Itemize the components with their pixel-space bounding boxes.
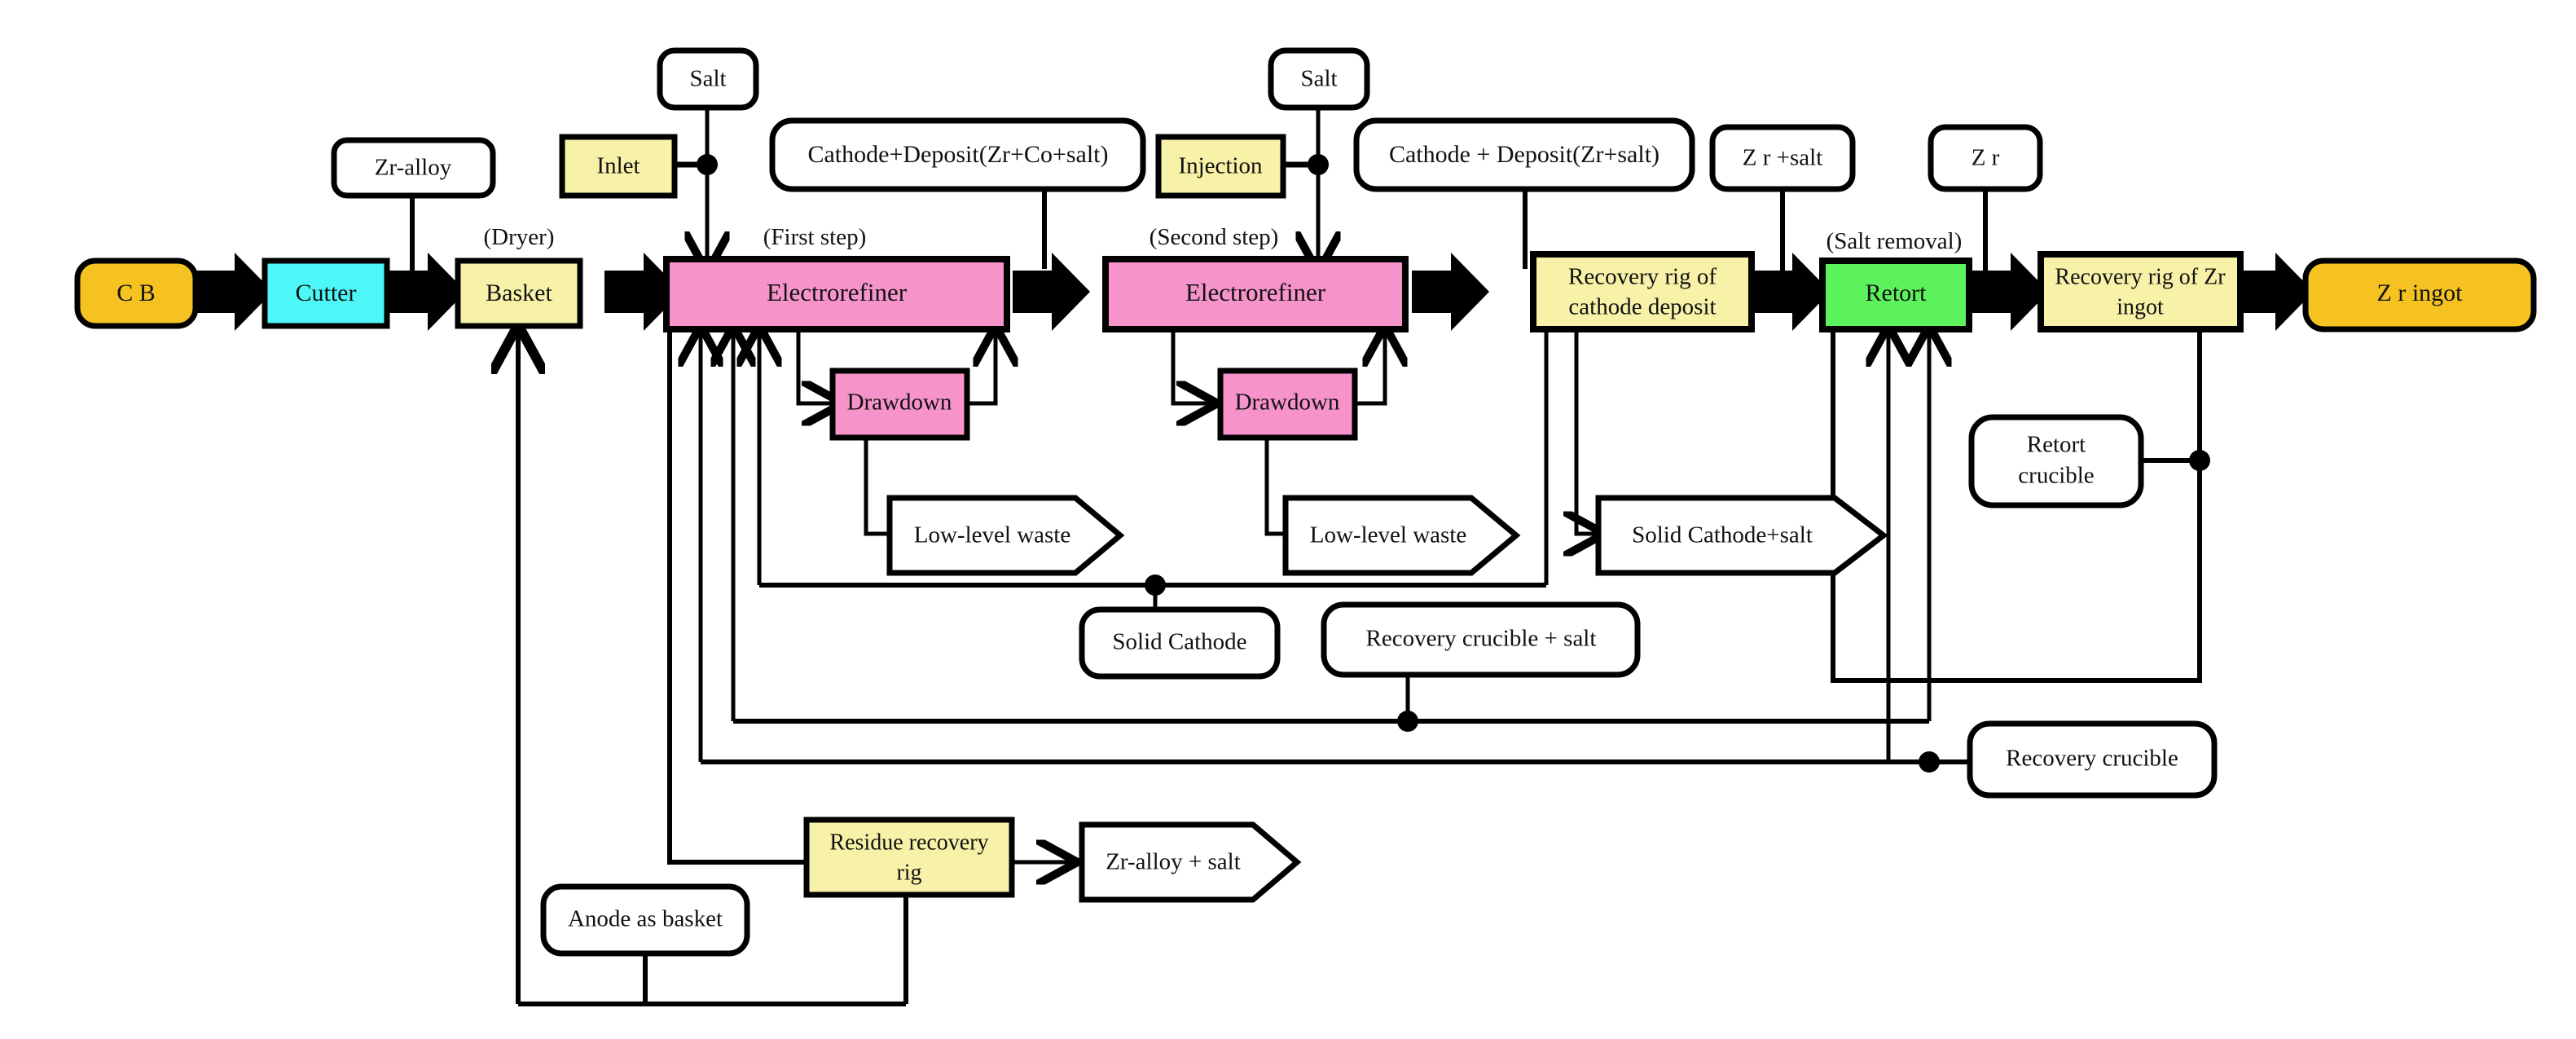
node-recovery-crucible-label: Recovery crucible: [2006, 746, 2178, 772]
node-cathode-deposit-1-label: Cathode+Deposit(Zr+Co+salt): [807, 141, 1108, 168]
node-residue-recovery-rig[interactable]: Residue recovery rig: [803, 817, 1015, 898]
node-salt-2[interactable]: Salt: [1268, 47, 1370, 111]
line-er2-to-drawdown2: [1171, 329, 1214, 403]
node-cutter-label: Cutter: [296, 280, 357, 306]
node-retort-crucible-line2: crucible: [2018, 463, 2094, 489]
node-zr-alloy[interactable]: Zr-alloy: [331, 137, 496, 199]
node-cb[interactable]: C B: [74, 258, 199, 329]
node-anode-as-basket[interactable]: Anode as basket: [540, 883, 750, 957]
process-flow-diagram: C B Cutter Zr-alloy (Dryer) Basket Salt …: [74, 47, 2537, 1006]
node-injection-label: Injection: [1178, 153, 1263, 179]
node-retort-crucible-line1: Retort: [2027, 432, 2086, 458]
node-anode-as-basket-label: Anode as basket: [568, 906, 723, 932]
node-salt-1[interactable]: Salt: [657, 47, 759, 111]
node-recovery-rig-cathode-deposit[interactable]: Recovery rig of cathode deposit: [1530, 251, 1755, 332]
block-arrow-ingotrig-zringot: [2236, 253, 2314, 331]
node-zr-ingot[interactable]: Z r ingot: [2302, 258, 2537, 332]
node-drawdown-2[interactable]: Drawdown: [1217, 368, 1358, 441]
node-recovery-rig-zr-ingot-line1: Recovery rig of Zr: [2055, 264, 2226, 289]
node-solid-cathode-label: Solid Cathode: [1112, 629, 1246, 655]
node-recovery-crucible-salt-label: Recovery crucible + salt: [1366, 626, 1597, 652]
node-low-level-waste-1[interactable]: Low-level waste: [886, 495, 1125, 576]
node-electrorefiner-2[interactable]: Electrorefiner: [1102, 256, 1409, 332]
node-inlet-label: Inlet: [596, 153, 640, 179]
node-recovery-rig-cathode-deposit-line2: cathode deposit: [1568, 294, 1716, 320]
node-basket-label: Basket: [486, 280, 552, 306]
block-arrow-cutter-basket: [389, 253, 466, 331]
block-arrow-cb-cutter: [196, 253, 273, 331]
node-cathode-deposit-2[interactable]: Cathode + Deposit(Zr+salt): [1353, 117, 1695, 192]
node-retort-crucible[interactable]: Retort crucible: [1968, 414, 2144, 508]
node-retort-label: Retort: [1866, 280, 1928, 306]
node-low-level-waste-1-label: Low-level waste: [914, 522, 1070, 548]
node-solid-cathode-salt-label: Solid Cathode+salt: [1632, 522, 1813, 548]
node-zr-plus-salt-label: Z r +salt: [1743, 145, 1823, 171]
node-zr[interactable]: Z r: [1928, 124, 2043, 192]
node-electrorefiner-2-label: Electrorefiner: [1185, 278, 1326, 306]
node-recovery-rig-cathode-deposit-line1: Recovery rig of: [1568, 264, 1717, 290]
junction-dot-injection: [1308, 154, 1329, 175]
line-retort-down-right: [1831, 329, 1951, 683]
node-recovery-crucible-salt[interactable]: Recovery crucible + salt: [1321, 601, 1641, 678]
node-low-level-waste-2[interactable]: Low-level waste: [1282, 495, 1521, 576]
caption-first-step: (First step): [763, 224, 866, 250]
node-residue-recovery-rig-line2: rig: [896, 860, 921, 885]
node-drawdown-2-label: Drawdown: [1235, 390, 1340, 416]
node-retort[interactable]: Retort: [1819, 258, 1972, 332]
node-injection[interactable]: Injection: [1155, 134, 1286, 199]
node-drawdown-1-label: Drawdown: [847, 390, 952, 416]
block-arrow-er2-recovery: [1412, 253, 1489, 331]
junction-dot-inlet: [697, 154, 718, 175]
node-zr-alloy-label: Zr-alloy: [375, 155, 452, 181]
node-zr-alloy-salt-label: Zr-alloy + salt: [1106, 849, 1241, 875]
node-recovery-crucible[interactable]: Recovery crucible: [1967, 720, 2218, 799]
node-salt-2-label: Salt: [1300, 66, 1337, 92]
node-basket[interactable]: Basket: [455, 258, 583, 329]
caption-salt-removal: (Salt removal): [1826, 228, 1963, 254]
node-zr-label: Z r: [1972, 145, 2000, 171]
node-zr-alloy-salt[interactable]: Zr-alloy + salt: [1079, 821, 1302, 903]
node-cb-label: C B: [116, 280, 156, 306]
node-residue-recovery-rig-line1: Residue recovery: [829, 830, 988, 855]
caption-dryer: (Dryer): [484, 224, 555, 250]
block-arrow-recovery-retort: [1753, 253, 1831, 331]
node-cutter[interactable]: Cutter: [262, 258, 390, 329]
line-er1-to-residuerig: [667, 329, 808, 865]
node-zr-ingot-label: Z r ingot: [2377, 280, 2464, 306]
node-electrorefiner-1-label: Electrorefiner: [767, 278, 908, 306]
node-cathode-deposit-1[interactable]: Cathode+Deposit(Zr+Co+salt): [769, 117, 1146, 192]
node-electrorefiner-1[interactable]: Electrorefiner: [663, 256, 1010, 332]
line-drawdown1-to-er1: [965, 329, 996, 406]
node-inlet[interactable]: Inlet: [559, 134, 678, 199]
node-recovery-rig-zr-ingot-line2: ingot: [2117, 294, 2164, 319]
node-recovery-rig-zr-ingot[interactable]: Recovery rig of Zr ingot: [2038, 251, 2244, 332]
node-solid-cathode-salt[interactable]: Solid Cathode+salt: [1595, 495, 1888, 576]
block-arrow-er1-er2: [1013, 253, 1090, 331]
node-salt-1-label: Salt: [689, 66, 726, 92]
node-cathode-deposit-2-label: Cathode + Deposit(Zr+salt): [1389, 141, 1659, 168]
node-zr-plus-salt[interactable]: Z r +salt: [1709, 124, 1856, 192]
node-low-level-waste-2-label: Low-level waste: [1310, 522, 1466, 548]
node-solid-cathode[interactable]: Solid Cathode: [1079, 606, 1281, 680]
node-drawdown-1[interactable]: Drawdown: [829, 368, 970, 441]
caption-second-step: (Second step): [1150, 224, 1279, 250]
